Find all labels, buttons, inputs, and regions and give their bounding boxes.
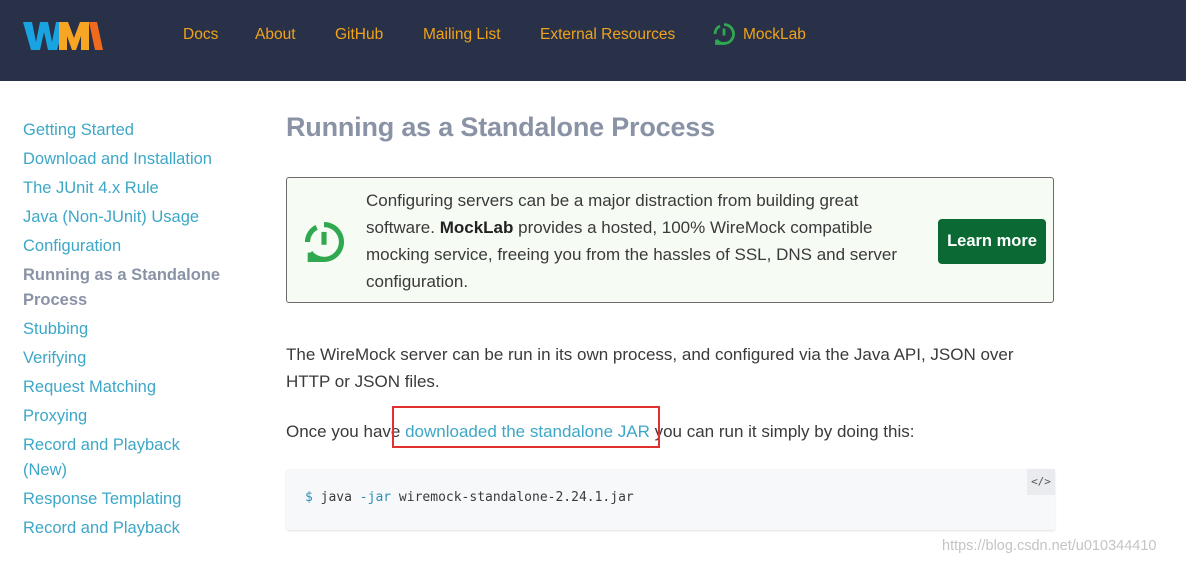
nav-github[interactable]: GitHub xyxy=(335,24,383,46)
nav-mailing-list[interactable]: Mailing List xyxy=(423,24,501,46)
learn-more-button[interactable]: Learn more xyxy=(938,219,1046,264)
sidebar-item-stubbing[interactable]: Stubbing xyxy=(23,317,223,342)
sidebar-item-record-playback[interactable]: Record and Playback xyxy=(23,516,223,541)
nav-external-resources[interactable]: External Resources xyxy=(540,24,675,46)
code-flag: -jar xyxy=(359,490,392,505)
download-text-before: Once you have xyxy=(286,422,406,441)
sidebar-item-junit-rule[interactable]: The JUnit 4.x Rule xyxy=(23,176,223,201)
sidebar-item-response-templating[interactable]: Response Templating xyxy=(23,487,223,512)
annotation-highlight-box xyxy=(392,406,660,448)
docs-sidebar: Getting Started Download and Installatio… xyxy=(23,118,223,545)
promo-text: Configuring servers can be a major distr… xyxy=(366,187,911,295)
sidebar-item-configuration[interactable]: Configuration xyxy=(23,234,223,259)
code-block: $ java -jar wiremock-standalone-2.24.1.j… xyxy=(286,469,1055,530)
wiremock-logo[interactable] xyxy=(23,18,103,52)
code-prompt: $ xyxy=(305,490,313,505)
nav-mocklab[interactable]: MockLab xyxy=(743,24,806,46)
sidebar-item-download-installation[interactable]: Download and Installation xyxy=(23,147,223,172)
promo-brand: MockLab xyxy=(439,218,514,237)
nav-docs[interactable]: Docs xyxy=(183,24,218,46)
code-argument: wiremock-standalone-2.24.1.jar xyxy=(391,490,634,505)
intro-paragraph: The WireMock server can be run in its ow… xyxy=(286,345,1014,391)
code-toggle-icon[interactable]: </> xyxy=(1027,469,1055,495)
sidebar-item-proxying[interactable]: Proxying xyxy=(23,404,223,429)
sidebar-item-verifying[interactable]: Verifying xyxy=(23,346,223,371)
nav-about[interactable]: About xyxy=(255,24,296,46)
sidebar-item-record-playback-new[interactable]: Record and Playback (New) xyxy=(23,433,223,483)
sidebar-item-getting-started[interactable]: Getting Started xyxy=(23,118,223,143)
sidebar-item-java-non-junit[interactable]: Java (Non-JUnit) Usage xyxy=(23,205,223,230)
mocklab-promo-box: Configuring servers can be a major distr… xyxy=(286,177,1054,303)
watermark: https://blog.csdn.net/u010344410 xyxy=(942,538,1157,554)
sidebar-item-standalone-process[interactable]: Running as a Standalone Process xyxy=(23,263,223,313)
sidebar-item-request-matching[interactable]: Request Matching xyxy=(23,375,223,400)
code-command: java xyxy=(312,490,360,505)
top-navbar: Docs About GitHub Mailing List External … xyxy=(0,0,1186,81)
code-line: $ java -jar wiremock-standalone-2.24.1.j… xyxy=(305,490,634,505)
mocklab-icon xyxy=(304,222,345,262)
mocklab-icon[interactable] xyxy=(712,22,736,46)
download-text-after: you can run it simply by doing this: xyxy=(649,422,915,441)
page-title: Running as a Standalone Process xyxy=(286,112,715,142)
